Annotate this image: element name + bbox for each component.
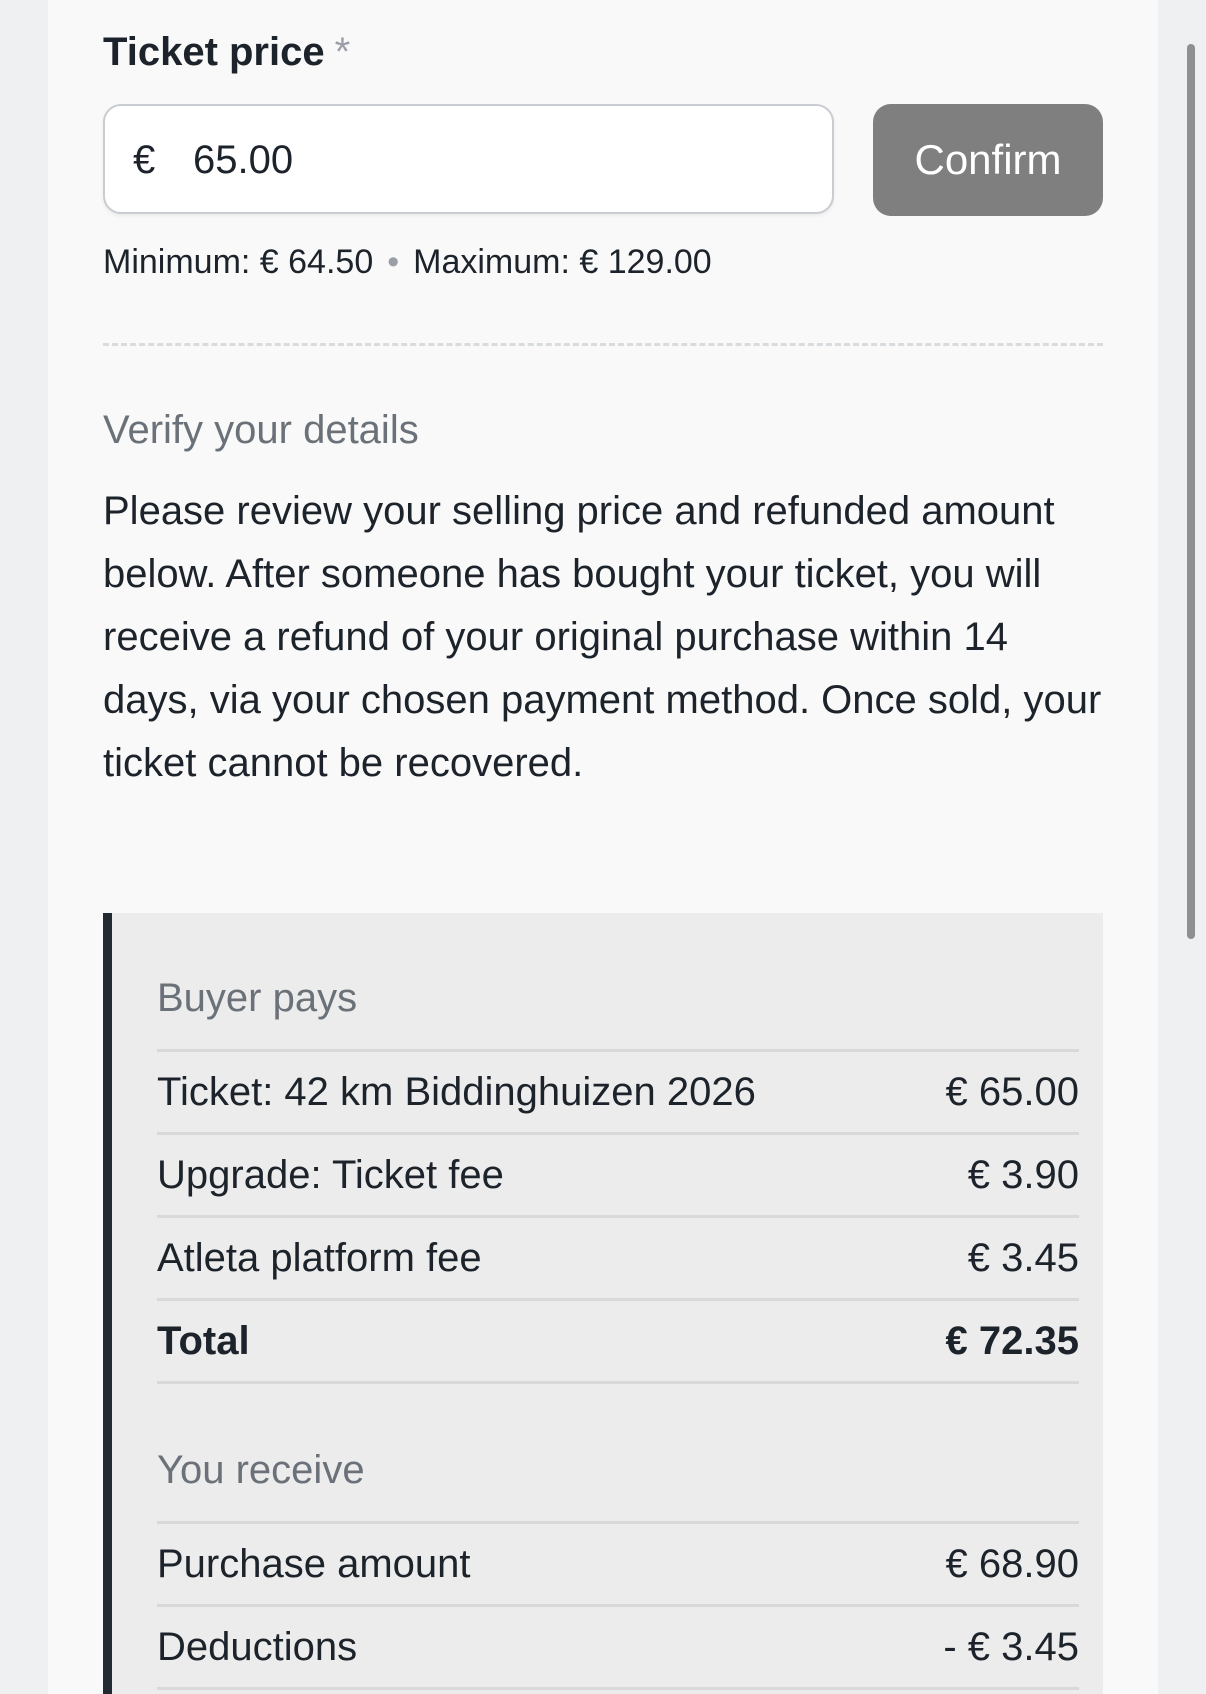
summary-row-label: Purchase amount [157, 1542, 471, 1586]
price-summary-panel: Buyer pays Ticket: 42 km Biddinghuizen 2… [103, 913, 1103, 1694]
summary-row: Ticket: 42 km Biddinghuizen 2026 € 65.00 [157, 1049, 1079, 1132]
verify-heading: Verify your details [103, 408, 419, 452]
ticket-price-label: Ticket price * [103, 24, 350, 80]
ticket-price-value[interactable]: 65.00 [193, 134, 293, 186]
price-limits: Minimum: € 64.50 • Maximum: € 129.00 [103, 240, 712, 284]
maximum-price: Maximum: € 129.00 [413, 243, 712, 281]
summary-row-label: Upgrade: Ticket fee [157, 1153, 504, 1197]
separator-dot: • [387, 243, 400, 281]
summary-row: Purchase amount € 68.90 [157, 1521, 1079, 1604]
summary-row-label: Ticket: 42 km Biddinghuizen 2026 [157, 1070, 756, 1114]
summary-row-label: Deductions [157, 1625, 358, 1669]
total-amount: € 72.35 [945, 1319, 1079, 1363]
summary-row: Deductions - € 3.45 [157, 1604, 1079, 1687]
total-label: Total [157, 1319, 250, 1363]
vertical-scrollbar[interactable] [1187, 44, 1195, 939]
row-divider [157, 1381, 1079, 1384]
you-receive-title: You receive [157, 1448, 365, 1492]
summary-row: Upgrade: Ticket fee € 3.90 [157, 1132, 1079, 1215]
dashed-divider [103, 343, 1103, 346]
verify-description: Please review your selling price and ref… [103, 489, 1102, 785]
summary-row-amount: - € 3.45 [943, 1625, 1079, 1669]
ticket-price-label-text: Ticket price [103, 30, 325, 74]
row-divider [157, 1687, 1079, 1690]
ticket-price-input[interactable]: € 65.00 [103, 104, 834, 214]
currency-symbol: € [133, 138, 156, 182]
buyer-pays-title: Buyer pays [157, 976, 358, 1020]
required-marker: * [334, 30, 351, 74]
summary-row-amount: € 3.45 [967, 1236, 1079, 1280]
summary-row-amount: € 68.90 [945, 1542, 1079, 1586]
total-row: Total € 72.35 [157, 1298, 1079, 1381]
summary-row-amount: € 3.90 [967, 1153, 1079, 1197]
summary-row: Atleta platform fee € 3.45 [157, 1215, 1079, 1298]
minimum-price: Minimum: € 64.50 [103, 243, 374, 281]
summary-row-amount: € 65.00 [945, 1070, 1079, 1114]
summary-row-label: Atleta platform fee [157, 1236, 482, 1280]
confirm-button[interactable]: Confirm [873, 104, 1103, 216]
